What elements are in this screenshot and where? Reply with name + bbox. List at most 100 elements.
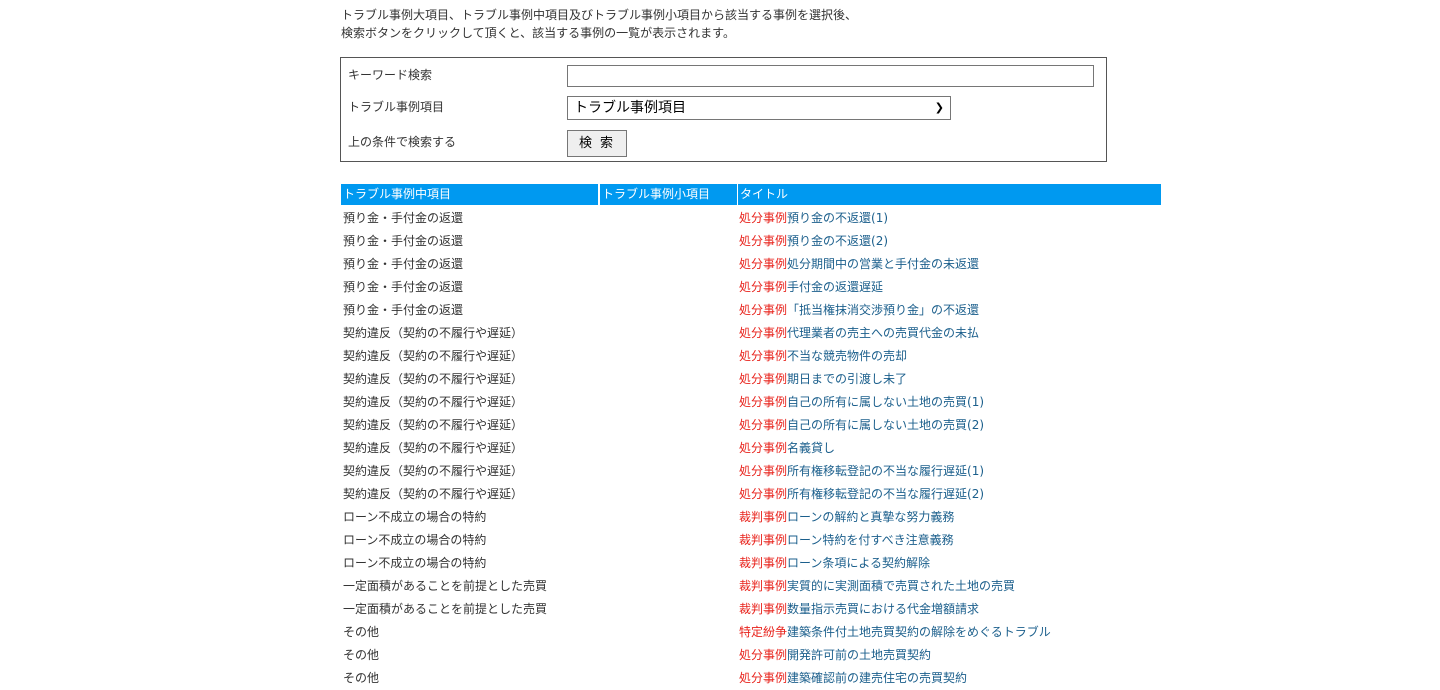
case-type-label: 処分事例 <box>739 280 788 294</box>
case-title[interactable]: 不当な競売物件の売却 <box>787 349 907 363</box>
cell-mid-category: 契約違反（契約の不履行や遅延） <box>343 464 524 478</box>
table-row: その他 処分事例開発許可前の土地売買契約 <box>341 644 1161 667</box>
case-link[interactable]: 処分事例預り金の不返還(1) <box>739 207 888 230</box>
case-type-label: 裁判事例 <box>739 533 788 547</box>
results-table-header: トラブル事例中項目 トラブル事例小項目 タイトル <box>341 184 1161 205</box>
table-row: ローン不成立の場合の特約 裁判事例ローン条項による契約解除 <box>341 552 1161 575</box>
case-type-label: 裁判事例 <box>739 602 788 616</box>
cell-mid-category: 契約違反（契約の不履行や遅延） <box>343 372 524 386</box>
table-row: 契約違反（契約の不履行や遅延） 処分事例所有権移転登記の不当な履行遅延(1) <box>341 460 1161 483</box>
search-button[interactable]: 検索 <box>567 130 627 157</box>
case-link[interactable]: 処分事例開発許可前の土地売買契約 <box>739 644 931 667</box>
header-small-category: トラブル事例小項目 <box>600 184 737 205</box>
case-link[interactable]: 裁判事例ローンの解約と真摯な努力義務 <box>739 506 954 529</box>
case-link[interactable]: 処分事例建築確認前の建売住宅の売買契約 <box>739 667 967 690</box>
case-link[interactable]: 処分事例自己の所有に属しない土地の売買(1) <box>739 391 984 414</box>
case-type-label: 処分事例 <box>739 671 788 685</box>
case-type-label: 処分事例 <box>739 326 788 340</box>
keyword-label: キーワード検索 <box>348 68 433 82</box>
case-type-label: 処分事例 <box>739 303 788 317</box>
case-title[interactable]: 期日までの引渡し未了 <box>787 372 907 386</box>
cell-mid-category: 契約違反（契約の不履行や遅延） <box>343 326 524 340</box>
case-link[interactable]: 処分事例所有権移転登記の不当な履行遅延(2) <box>739 483 984 506</box>
table-row: 契約違反（契約の不履行や遅延） 処分事例不当な競売物件の売却 <box>341 345 1161 368</box>
table-row: 契約違反（契約の不履行や遅延） 処分事例自己の所有に属しない土地の売買(2) <box>341 414 1161 437</box>
chevron-down-icon: ❯ <box>934 101 944 114</box>
case-title[interactable]: 手付金の返還遅延 <box>787 280 883 294</box>
case-link[interactable]: 特定紛争建築条件付土地売買契約の解除をめぐるトラブル <box>739 621 1051 644</box>
case-link[interactable]: 処分事例名義貸し <box>739 437 835 460</box>
case-title[interactable]: 所有権移転登記の不当な履行遅延(1) <box>787 464 984 478</box>
case-title[interactable]: 開発許可前の土地売買契約 <box>787 648 931 662</box>
case-type-label: 特定紛争 <box>739 625 788 639</box>
cell-mid-category: 契約違反（契約の不履行や遅延） <box>343 418 524 432</box>
case-type-label: 処分事例 <box>739 464 788 478</box>
table-row: ローン不成立の場合の特約 裁判事例ローン特約を付すべき注意義務 <box>341 529 1161 552</box>
table-row: 預り金・手付金の返還 処分事例「抵当権抹消交渉預り金」の不返還 <box>341 299 1161 322</box>
table-row: 契約違反（契約の不履行や遅延） 処分事例代理業者の売主への売買代金の未払 <box>341 322 1161 345</box>
category-select[interactable]: トラブル事例項目 ❯ <box>567 96 951 120</box>
cell-mid-category: その他 <box>343 648 380 662</box>
case-type-label: 処分事例 <box>739 418 788 432</box>
table-row: 一定面積があることを前提とした売買 裁判事例数量指示売買における代金増額請求 <box>341 598 1161 621</box>
case-type-label: 処分事例 <box>739 487 788 501</box>
table-row: 契約違反（契約の不履行や遅延） 処分事例期日までの引渡し未了 <box>341 368 1161 391</box>
category-selected-value: トラブル事例項目 <box>574 100 686 116</box>
case-title[interactable]: ローン特約を付すべき注意義務 <box>787 533 954 547</box>
case-title[interactable]: 所有権移転登記の不当な履行遅延(2) <box>787 487 984 501</box>
cell-mid-category: その他 <box>343 625 380 639</box>
table-row: 預り金・手付金の返還 処分事例処分期間中の営業と手付金の未返還 <box>341 253 1161 276</box>
table-row: その他 処分事例建築確認前の建売住宅の売買契約 <box>341 667 1161 690</box>
case-link[interactable]: 処分事例代理業者の売主への売買代金の未払 <box>739 322 979 345</box>
case-title[interactable]: ローン条項による契約解除 <box>787 556 930 570</box>
case-link[interactable]: 裁判事例ローン条項による契約解除 <box>739 552 930 575</box>
case-title[interactable]: 建築確認前の建売住宅の売買契約 <box>787 671 967 685</box>
case-link[interactable]: 処分事例手付金の返還遅延 <box>739 276 883 299</box>
intro-line-2: 検索ボタンをクリックして頂くと、該当する事例の一覧が表示されます。 <box>341 26 735 40</box>
keyword-input[interactable] <box>567 65 1094 87</box>
case-type-label: 処分事例 <box>739 349 788 363</box>
cell-mid-category: 預り金・手付金の返還 <box>343 234 464 248</box>
case-link[interactable]: 裁判事例ローン特約を付すべき注意義務 <box>739 529 954 552</box>
cell-mid-category: 預り金・手付金の返還 <box>343 303 464 317</box>
case-title[interactable]: ローンの解約と真摯な努力義務 <box>787 510 954 524</box>
case-link[interactable]: 裁判事例実質的に実測面積で売買された土地の売買 <box>739 575 1015 598</box>
case-link[interactable]: 処分事例所有権移転登記の不当な履行遅延(1) <box>739 460 984 483</box>
search-form: キーワード検索 トラブル事例項目 トラブル事例項目 ❯ 上の条件で検索する 検索 <box>340 57 1107 162</box>
case-link[interactable]: 処分事例処分期間中の営業と手付金の未返還 <box>739 253 979 276</box>
case-type-label: 裁判事例 <box>739 556 788 570</box>
cell-mid-category: 一定面積があることを前提とした売買 <box>343 602 548 616</box>
case-title[interactable]: 数量指示売買における代金増額請求 <box>787 602 979 616</box>
case-link[interactable]: 処分事例「抵当権抹消交渉預り金」の不返還 <box>739 299 979 322</box>
case-title[interactable]: 預り金の不返還(1) <box>787 211 888 225</box>
case-link[interactable]: 処分事例不当な競売物件の売却 <box>739 345 907 368</box>
case-link[interactable]: 処分事例自己の所有に属しない土地の売買(2) <box>739 414 984 437</box>
header-mid-category: トラブル事例中項目 <box>341 184 598 205</box>
case-link[interactable]: 処分事例預り金の不返還(2) <box>739 230 888 253</box>
case-link[interactable]: 裁判事例数量指示売買における代金増額請求 <box>739 598 979 621</box>
case-title[interactable]: 処分期間中の営業と手付金の未返還 <box>787 257 979 271</box>
table-row: 預り金・手付金の返還 処分事例手付金の返還遅延 <box>341 276 1161 299</box>
case-title[interactable]: 代理業者の売主への売買代金の未払 <box>787 326 979 340</box>
case-title[interactable]: 自己の所有に属しない土地の売買(2) <box>787 418 984 432</box>
table-row: 預り金・手付金の返還 処分事例預り金の不返還(2) <box>341 230 1161 253</box>
cell-mid-category: 預り金・手付金の返還 <box>343 257 464 271</box>
case-type-label: 処分事例 <box>739 441 788 455</box>
case-title[interactable]: 実質的に実測面積で売買された土地の売買 <box>787 579 1015 593</box>
category-label: トラブル事例項目 <box>348 100 445 114</box>
cell-mid-category: ローン不成立の場合の特約 <box>343 533 487 547</box>
case-title[interactable]: 自己の所有に属しない土地の売買(1) <box>787 395 984 409</box>
case-title[interactable]: 預り金の不返還(2) <box>787 234 888 248</box>
case-title[interactable]: 建築条件付土地売買契約の解除をめぐるトラブル <box>787 625 1051 639</box>
table-row: 契約違反（契約の不履行や遅延） 処分事例所有権移転登記の不当な履行遅延(2) <box>341 483 1161 506</box>
case-title[interactable]: 名義貸し <box>787 441 835 455</box>
case-type-label: 処分事例 <box>739 372 788 386</box>
case-link[interactable]: 処分事例期日までの引渡し未了 <box>739 368 907 391</box>
cell-mid-category: 預り金・手付金の返還 <box>343 280 464 294</box>
table-row: その他 特定紛争建築条件付土地売買契約の解除をめぐるトラブル <box>341 621 1161 644</box>
cell-mid-category: 契約違反（契約の不履行や遅延） <box>343 349 524 363</box>
case-title[interactable]: 「抵当権抹消交渉預り金」の不返還 <box>787 303 979 317</box>
intro-line-1: トラブル事例大項目、トラブル事例中項目及びトラブル事例小項目から該当する事例を選… <box>341 8 858 22</box>
cell-mid-category: 契約違反（契約の不履行や遅延） <box>343 395 524 409</box>
table-row: 契約違反（契約の不履行や遅延） 処分事例名義貸し <box>341 437 1161 460</box>
